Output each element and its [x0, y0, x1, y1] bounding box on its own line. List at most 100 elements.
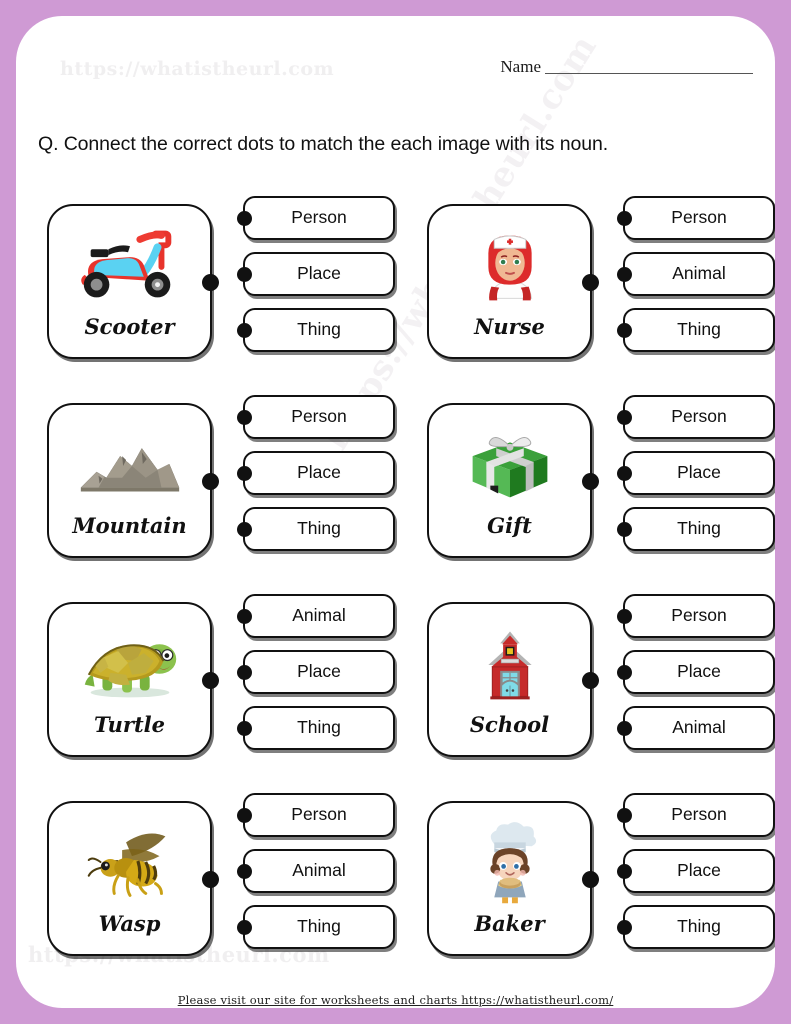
picture-card[interactable]: Mountain [47, 403, 219, 558]
option-label: Person [671, 406, 727, 427]
option-connector-dot[interactable] [237, 466, 252, 481]
option-connector-dot[interactable] [617, 323, 632, 338]
card-connector-dot[interactable] [202, 273, 219, 291]
option-pill[interactable]: Thing [237, 507, 395, 551]
option-label: Place [297, 661, 341, 682]
option-list: Person Place Thing [617, 793, 775, 949]
option-connector-dot[interactable] [237, 808, 252, 823]
card-word-label: Gift [487, 513, 532, 538]
option-pill[interactable]: Animal [617, 252, 775, 296]
option-connector-dot[interactable] [617, 410, 632, 425]
card-word-label: Scooter [84, 314, 175, 339]
option-pill[interactable]: Person [617, 395, 775, 439]
option-connector-dot[interactable] [237, 721, 252, 736]
option-label: Animal [672, 717, 726, 738]
option-label: Place [677, 462, 721, 483]
option-connector-dot[interactable] [237, 609, 252, 624]
wasp-icon [71, 811, 189, 911]
mountain-icon [71, 413, 189, 513]
option-label: Person [291, 406, 347, 427]
worksheet-item: Scooter Person Place Thing [30, 196, 410, 395]
worksheet-sheet: https://whatistheurl.com https://whatist… [16, 16, 775, 1008]
option-list: Person Animal Thing [237, 793, 395, 949]
option-pill[interactable]: Thing [617, 905, 775, 949]
option-connector-dot[interactable] [617, 522, 632, 537]
option-pill[interactable]: Animal [237, 849, 395, 893]
option-connector-dot[interactable] [237, 211, 252, 226]
option-pill[interactable]: Place [617, 650, 775, 694]
gift-icon [451, 413, 569, 513]
option-connector-dot[interactable] [617, 211, 632, 226]
worksheet-item: Mountain Person Place Thing [30, 395, 410, 594]
card-connector-dot[interactable] [582, 472, 599, 490]
option-pill[interactable]: Animal [617, 706, 775, 750]
option-label: Person [291, 207, 347, 228]
card-word-label: Wasp [98, 911, 161, 936]
page-border: https://whatistheurl.com https://whatist… [0, 0, 791, 1024]
option-pill[interactable]: Place [237, 451, 395, 495]
picture-card[interactable]: Turtle [47, 602, 219, 757]
option-connector-dot[interactable] [237, 267, 252, 282]
option-pill[interactable]: Person [617, 793, 775, 837]
question-text: Q. Connect the correct dots to match the… [38, 133, 609, 155]
option-pill[interactable]: Thing [237, 308, 395, 352]
option-label: Place [677, 661, 721, 682]
option-connector-dot[interactable] [237, 665, 252, 680]
worksheet-item: Wasp Person Animal Thing [30, 793, 410, 992]
picture-card[interactable]: School [427, 602, 599, 757]
name-label: Name [500, 57, 541, 76]
option-connector-dot[interactable] [617, 721, 632, 736]
name-field-row: Name [500, 58, 753, 77]
card-word-label: Mountain [72, 513, 187, 538]
option-pill[interactable]: Person [237, 395, 395, 439]
option-pill[interactable]: Person [237, 196, 395, 240]
option-label: Place [297, 263, 341, 284]
card-word-label: Turtle [93, 712, 166, 737]
option-connector-dot[interactable] [617, 864, 632, 879]
option-connector-dot[interactable] [237, 410, 252, 425]
option-pill[interactable]: Person [617, 594, 775, 638]
option-list: Person Place Thing [617, 395, 775, 551]
option-connector-dot[interactable] [617, 267, 632, 282]
option-connector-dot[interactable] [617, 808, 632, 823]
option-pill[interactable]: Thing [617, 308, 775, 352]
card-connector-dot[interactable] [202, 671, 219, 689]
card-connector-dot[interactable] [582, 273, 599, 291]
option-label: Thing [677, 518, 721, 539]
option-connector-dot[interactable] [237, 323, 252, 338]
name-input-line[interactable] [545, 73, 753, 74]
option-connector-dot[interactable] [617, 466, 632, 481]
option-pill[interactable]: Place [617, 849, 775, 893]
picture-card[interactable]: Wasp [47, 801, 219, 956]
option-connector-dot[interactable] [237, 864, 252, 879]
card-connector-dot[interactable] [582, 870, 599, 888]
picture-card[interactable]: Scooter [47, 204, 219, 359]
option-pill[interactable]: Person [617, 196, 775, 240]
card-connector-dot[interactable] [582, 671, 599, 689]
option-pill[interactable]: Place [237, 252, 395, 296]
option-pill[interactable]: Person [237, 793, 395, 837]
option-pill[interactable]: Animal [237, 594, 395, 638]
option-pill[interactable]: Thing [617, 507, 775, 551]
option-pill[interactable]: Place [617, 451, 775, 495]
option-label: Person [671, 207, 727, 228]
card-word-label: Baker [474, 911, 545, 936]
worksheet-item: Gift Person Place Thing [410, 395, 775, 594]
option-connector-dot[interactable] [237, 920, 252, 935]
footer-site-link[interactable]: Please visit our site for worksheets and… [178, 993, 614, 1007]
option-pill[interactable]: Place [237, 650, 395, 694]
option-label: Thing [677, 319, 721, 340]
option-list: Person Animal Thing [617, 196, 775, 352]
option-list: Animal Place Thing [237, 594, 395, 750]
option-connector-dot[interactable] [617, 609, 632, 624]
option-connector-dot[interactable] [617, 920, 632, 935]
card-connector-dot[interactable] [202, 870, 219, 888]
option-connector-dot[interactable] [237, 522, 252, 537]
picture-card[interactable]: Gift [427, 403, 599, 558]
picture-card[interactable]: Baker [427, 801, 599, 956]
option-connector-dot[interactable] [617, 665, 632, 680]
option-pill[interactable]: Thing [237, 706, 395, 750]
card-connector-dot[interactable] [202, 472, 219, 490]
picture-card[interactable]: Nurse [427, 204, 599, 359]
option-pill[interactable]: Thing [237, 905, 395, 949]
